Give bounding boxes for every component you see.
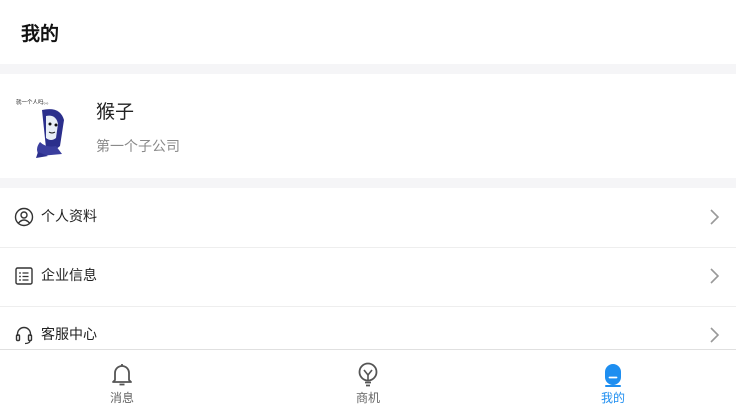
settings-menu: 个人资料 企业信息 客服中心: [0, 188, 736, 350]
tab-mine[interactable]: 我的: [573, 350, 653, 414]
user-name: 猴子: [96, 101, 135, 123]
menu-item-label: 客服中心: [41, 327, 97, 343]
menu-item-label: 企业信息: [41, 268, 97, 284]
company-name: 第一个子公司: [96, 139, 180, 155]
user-circle-icon: [14, 207, 34, 227]
list-icon: [15, 267, 33, 285]
tab-messages[interactable]: 消息: [82, 350, 162, 414]
lightbulb-icon: [358, 362, 378, 387]
top-header: 我的: [0, 0, 736, 64]
bottom-tab-bar: 消息 商机 我的: [0, 349, 736, 415]
tab-label: 消息: [109, 391, 134, 405]
menu-item-profile[interactable]: 个人资料: [0, 188, 736, 248]
tab-label: 商机: [355, 391, 380, 405]
bell-icon: [112, 364, 132, 386]
tab-opportunities[interactable]: 商机: [328, 350, 408, 414]
chevron-right-icon: [710, 268, 720, 284]
avatar[interactable]: 就一个人吗。。: [12, 96, 76, 160]
headset-icon: [15, 326, 33, 345]
profile-card[interactable]: 就一个人吗。。 猴子 第一个子公司: [0, 74, 736, 178]
chevron-right-icon: [710, 327, 720, 343]
user-icon: [605, 364, 621, 387]
tab-label: 我的: [600, 391, 625, 405]
avatar-caption: 就一个人吗。。: [16, 98, 52, 106]
chevron-right-icon: [710, 209, 720, 225]
menu-item-label: 个人资料: [41, 209, 97, 225]
menu-item-customer-service[interactable]: 客服中心: [0, 306, 736, 350]
page-title: 我的: [21, 23, 60, 45]
menu-item-company-info[interactable]: 企业信息: [0, 247, 736, 307]
